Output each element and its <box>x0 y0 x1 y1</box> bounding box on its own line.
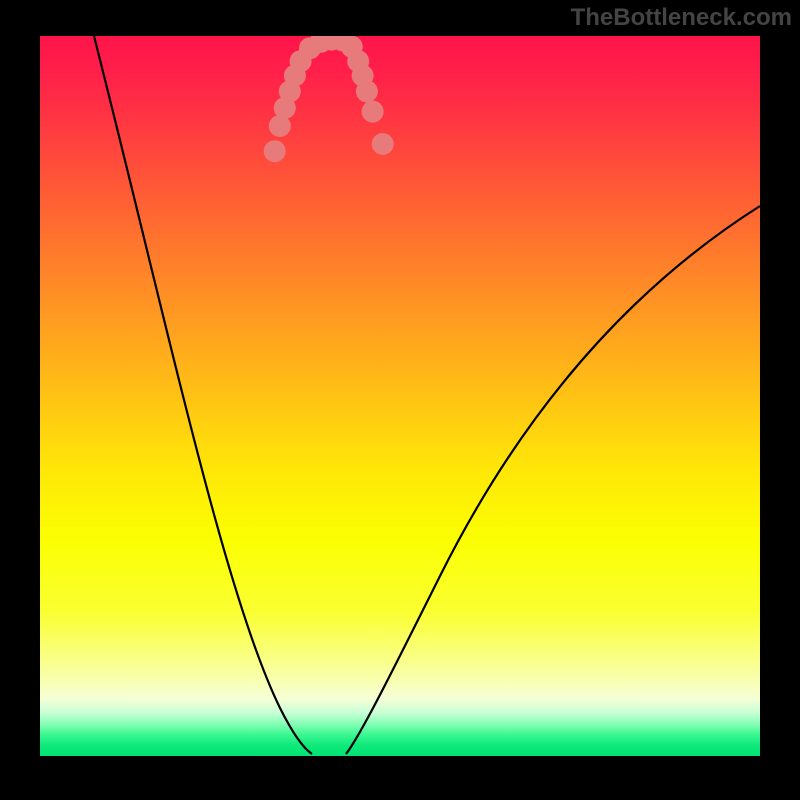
marker-group <box>264 36 394 162</box>
chart-container: TheBottleneck.com <box>0 0 800 800</box>
plot-area <box>40 36 760 756</box>
data-marker <box>362 101 384 123</box>
curve-overlay <box>40 36 760 756</box>
data-marker <box>264 140 286 162</box>
data-marker <box>372 133 394 155</box>
right-curve <box>346 206 760 754</box>
data-marker <box>356 80 378 102</box>
watermark-text: TheBottleneck.com <box>571 4 792 32</box>
